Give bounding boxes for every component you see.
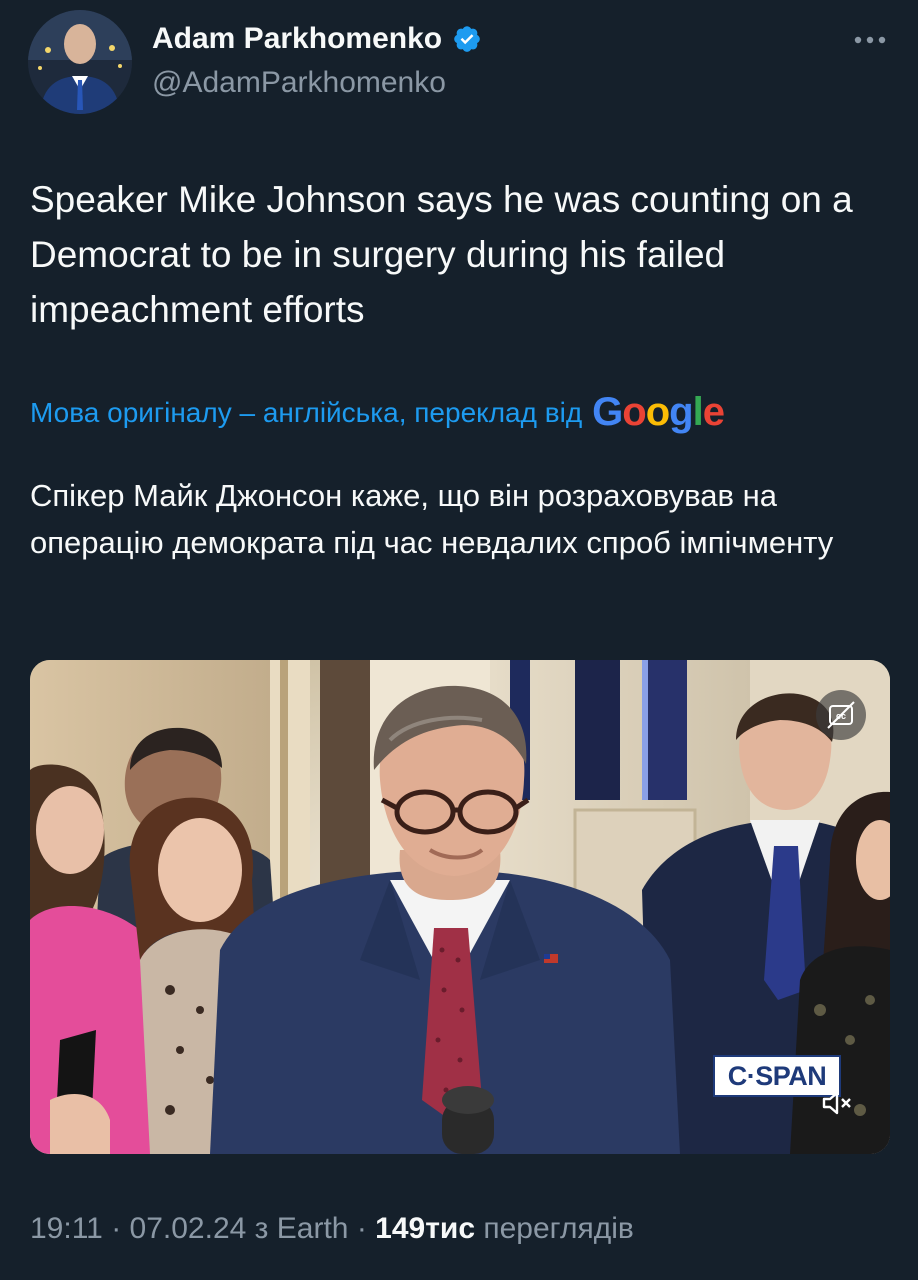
author-handle[interactable]: @AdamParkhomenko bbox=[152, 66, 446, 100]
author-display-name[interactable]: Adam Parkhomenko bbox=[152, 22, 442, 56]
author-name-row: Adam Parkhomenko bbox=[152, 22, 482, 56]
tweet-time[interactable]: 19:11 bbox=[30, 1212, 103, 1245]
tweet-meta: 19:11 · 07.02.24 з Earth · 149тис перегл… bbox=[30, 1212, 900, 1246]
tweet-date[interactable]: 07.02.24 bbox=[130, 1212, 247, 1245]
verified-badge-icon[interactable] bbox=[452, 24, 482, 54]
volume-muted-icon bbox=[822, 1091, 851, 1115]
google-logo: Google bbox=[592, 390, 725, 434]
more-horizontal-icon bbox=[854, 36, 886, 44]
tweet-source: з Earth bbox=[254, 1212, 349, 1245]
avatar-photo bbox=[28, 10, 132, 114]
mute-toggle-button[interactable] bbox=[820, 1088, 854, 1118]
meta-separator: · bbox=[111, 1212, 122, 1245]
more-options-button[interactable] bbox=[848, 20, 892, 60]
views-label: переглядів bbox=[483, 1212, 634, 1245]
captions-button[interactable]: cc bbox=[816, 690, 866, 740]
tweet-video[interactable]: cc C·SPAN bbox=[30, 660, 890, 1154]
tweet-text: Speaker Mike Johnson says he was countin… bbox=[30, 179, 853, 330]
captions-off-icon: cc bbox=[827, 701, 855, 729]
tweet-detail: Adam Parkhomenko @AdamParkhomenko Speake… bbox=[0, 0, 918, 1280]
author-avatar[interactable] bbox=[28, 10, 132, 114]
meta-separator: · bbox=[356, 1212, 367, 1245]
view-count[interactable]: 149тис bbox=[375, 1212, 475, 1245]
translated-tweet-text: Спікер Майк Джонсон каже, що він розрахо… bbox=[30, 478, 834, 560]
translation-attribution[interactable]: Мова оригіналу – англійська, переклад ві… bbox=[30, 390, 900, 435]
translation-label[interactable]: Мова оригіналу – англійська, переклад ві… bbox=[30, 397, 582, 429]
